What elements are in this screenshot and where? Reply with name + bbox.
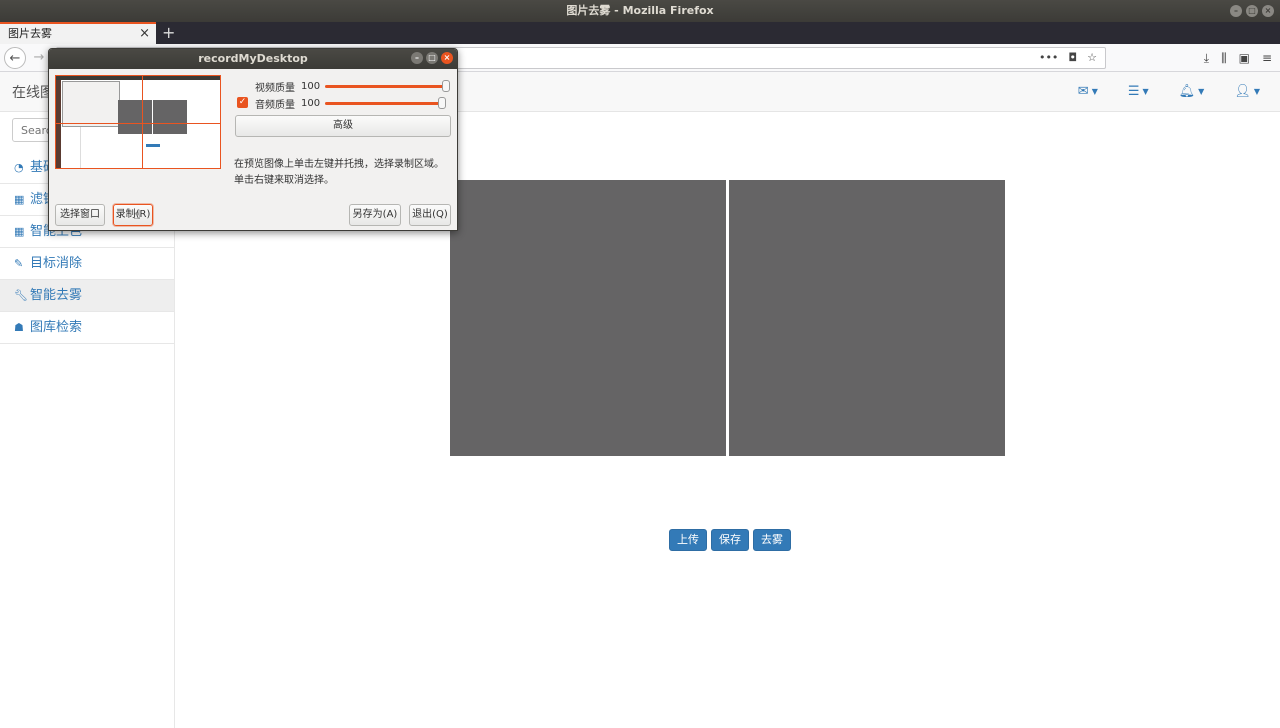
preview-image-left xyxy=(118,100,152,134)
close-icon[interactable]: × xyxy=(1262,5,1274,17)
tab-title: 图片去雾 xyxy=(8,27,52,40)
audio-quality-slider[interactable] xyxy=(325,96,446,109)
quit-button[interactable]: 退出(Q) xyxy=(409,204,451,226)
selection-crosshair-vertical xyxy=(142,76,143,168)
hint-line-2: 单击右键来取消选择。 xyxy=(234,175,334,186)
library-icon[interactable]: ⫼ xyxy=(1221,48,1227,68)
page-actions-icon[interactable]: ••• xyxy=(1039,48,1058,68)
hint-line-1: 在预览图像上单击左键并托拽，选择录制区域。 xyxy=(234,159,444,170)
selection-hint: 在预览图像上单击左键并托拽，选择录制区域。 单击右键来取消选择。 xyxy=(234,157,454,189)
screen-preview[interactable] xyxy=(55,75,221,169)
minimize-icon[interactable]: – xyxy=(1230,5,1242,17)
table-icon: ▦ xyxy=(14,193,25,206)
slider-handle[interactable] xyxy=(438,96,446,109)
save-button[interactable]: 保存 xyxy=(711,529,749,551)
bookmark-star-icon[interactable]: ☆ xyxy=(1087,48,1097,68)
menu-icon[interactable]: ≡ xyxy=(1262,48,1272,68)
caret-down-icon: ▼ xyxy=(1198,87,1205,96)
dialog-title: recordMyDesktop xyxy=(198,52,308,65)
sidebar-item-label: 图库检索 xyxy=(30,320,83,335)
caret-down-icon: ▼ xyxy=(1142,87,1149,96)
video-quality-label: 视频质量 xyxy=(255,82,295,94)
slider-handle[interactable] xyxy=(442,79,450,92)
preview-topbar xyxy=(56,76,220,80)
url-actions: ••• ◘ ☆ xyxy=(1039,48,1097,68)
bell-icon: 🔔︎ xyxy=(1178,84,1196,99)
audio-quality-label: 音频质量 xyxy=(255,99,295,111)
preview-buttons xyxy=(146,144,160,147)
caret-down-icon: ▼ xyxy=(1253,87,1260,96)
selection-crosshair-horizontal xyxy=(56,123,220,124)
save-as-button[interactable]: 另存为(A) xyxy=(349,204,401,226)
tab-strip: 图片去雾 × + xyxy=(0,22,1280,44)
audio-quality-row: 音频质量 100 xyxy=(235,95,446,111)
envelope-dropdown[interactable]: ✉ ▼ xyxy=(1078,84,1098,99)
action-buttons: 上传 保存 去雾 xyxy=(669,529,791,551)
sidebar-item-label: 目标消除 xyxy=(30,256,83,271)
maximize-icon[interactable]: □ xyxy=(1246,5,1258,17)
dialog-maximize-icon[interactable]: □ xyxy=(426,52,438,64)
tab-close-icon[interactable]: × xyxy=(139,24,150,44)
browser-toolbar: ⤓ ⫼ ▣ ≡ xyxy=(1204,48,1272,68)
tasks-icon: ☰ xyxy=(1127,84,1140,99)
back-arrow-icon[interactable]: ← xyxy=(4,47,26,69)
tasks-dropdown[interactable]: ☰ ▼ xyxy=(1128,84,1149,99)
original-image-placeholder xyxy=(450,180,726,456)
header-icons: ✉ ▼ ☰ ▼ 🔔︎ ▼ 👤︎ ▼ xyxy=(1078,84,1260,99)
dialog-controls: – □ × xyxy=(411,52,453,64)
user-dropdown[interactable]: 👤︎ ▼ xyxy=(1234,84,1260,99)
new-tab-button[interactable]: + xyxy=(162,22,175,44)
table-icon: ▦ xyxy=(14,225,25,238)
sidebar-item-object-removal[interactable]: ✎ 目标消除 xyxy=(0,248,174,280)
dialog-titlebar: recordMyDesktop – □ × xyxy=(49,49,457,69)
dashboard-icon: ◔ xyxy=(14,161,24,174)
pocket-icon[interactable]: ◘ xyxy=(1068,48,1077,68)
window-controls: – □ × xyxy=(1230,5,1274,17)
envelope-icon: ✉ xyxy=(1077,84,1089,99)
edit-icon: ✎ xyxy=(14,257,24,270)
dialog-minimize-icon[interactable]: – xyxy=(411,52,423,64)
sidebar-item-gallery-search[interactable]: ☗ 图库检索 xyxy=(0,312,174,344)
user-icon: 👤︎ xyxy=(1234,84,1251,99)
forward-arrow-icon[interactable]: → xyxy=(28,47,50,69)
dehaze-button[interactable]: 去雾 xyxy=(753,529,791,551)
browser-tab[interactable]: 图片去雾 × xyxy=(0,22,156,44)
select-window-button[interactable]: 选择窗口 xyxy=(55,204,105,226)
sidebar-item-dehaze[interactable]: 🔧︎ 智能去雾 xyxy=(0,280,174,312)
preview-image-right xyxy=(153,100,187,134)
video-quality-row: 视频质量 100 xyxy=(235,78,450,94)
wrench-icon: 🔧︎ xyxy=(14,289,28,302)
sidebar-icon[interactable]: ▣ xyxy=(1239,48,1250,68)
preview-dialog-thumbnail xyxy=(62,81,120,127)
dialog-close-icon[interactable]: × xyxy=(441,52,453,64)
hand-cursor-icon: ☝ xyxy=(133,208,141,223)
alerts-dropdown[interactable]: 🔔︎ ▼ xyxy=(1179,84,1205,99)
download-icon[interactable]: ⤓ xyxy=(1204,48,1209,68)
video-quality-value: 100 xyxy=(301,80,321,92)
sitemap-icon: ☗ xyxy=(14,321,24,334)
sidebar-item-label: 智能去雾 xyxy=(30,288,83,303)
advanced-button[interactable]: 高级 xyxy=(235,115,451,137)
window-titlebar: 图片去雾 - Mozilla Firefox – □ × xyxy=(0,0,1280,22)
recordmydesktop-dialog: recordMyDesktop – □ × 视频质量 100 ✓ 音频质量 10… xyxy=(48,48,458,231)
video-quality-slider[interactable] xyxy=(325,79,450,92)
caret-down-icon: ▼ xyxy=(1091,87,1098,96)
window-title: 图片去雾 - Mozilla Firefox xyxy=(566,4,714,17)
result-image-placeholder xyxy=(729,180,1005,456)
upload-button[interactable]: 上传 xyxy=(669,529,707,551)
audio-quality-value: 100 xyxy=(301,97,321,109)
